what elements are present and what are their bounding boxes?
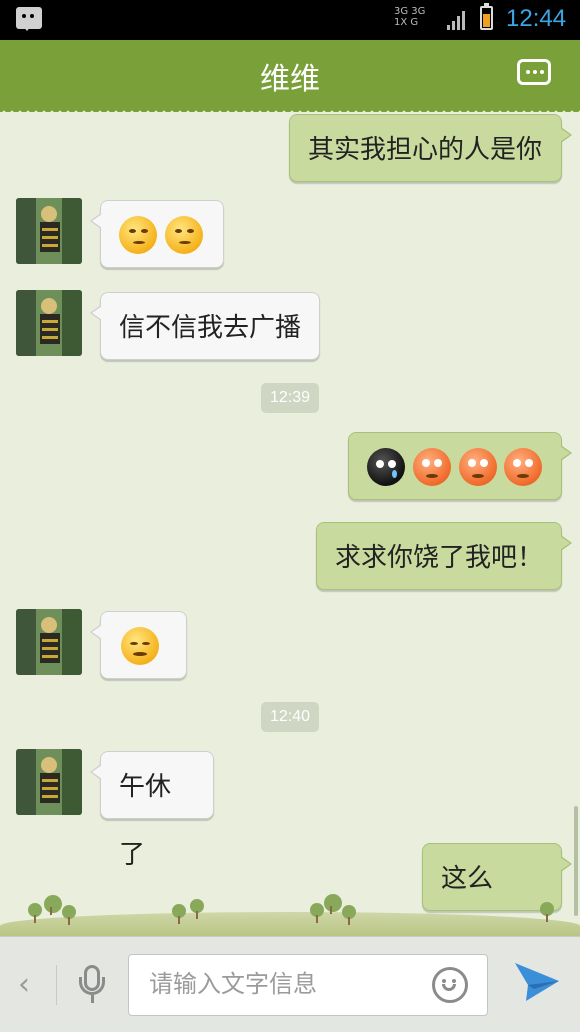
message-bubble-received[interactable]: [90, 611, 187, 679]
contact-avatar[interactable]: [16, 749, 82, 815]
avatar-photo: [16, 290, 82, 356]
time-divider: 12:39: [261, 383, 320, 413]
sad-red-emoji-icon: [459, 448, 497, 486]
tree-decoration: [172, 904, 186, 924]
avatar-photo: [16, 609, 82, 675]
microphone-icon[interactable]: [76, 963, 110, 1007]
signal-icon: [447, 10, 469, 30]
tree-decoration: [310, 903, 324, 923]
contact-avatar[interactable]: [16, 609, 82, 675]
smiley-icon[interactable]: [432, 967, 468, 1003]
more-dots-icon[interactable]: [517, 59, 551, 85]
scenery-decoration: [0, 912, 580, 936]
tree-decoration: [190, 899, 204, 919]
sad-red-emoji-icon: [504, 448, 542, 486]
tree-decoration: [62, 905, 76, 925]
chat-history[interactable]: 其实我担心的人是你 信不信我去广播 12:39 求求你饶了我吧！ 12:40 午…: [0, 106, 580, 936]
message-bubble-sent[interactable]: [348, 432, 572, 500]
smirk-emoji-icon: [119, 216, 157, 254]
message-bubble-received[interactable]: [90, 200, 224, 268]
message-bubble-sent[interactable]: 这么早？: [422, 843, 572, 936]
tree-decoration: [540, 902, 554, 922]
crying-black-emoji-icon: [367, 448, 405, 486]
content-smile-emoji-icon: [121, 627, 159, 665]
status-bar: 3G 3G 1X G 12:44: [0, 0, 580, 40]
smirk-emoji-icon: [165, 216, 203, 254]
chat-header: 维维: [0, 40, 580, 112]
tree-decoration: [324, 894, 342, 914]
avatar-photo: [16, 749, 82, 815]
tree-decoration: [28, 903, 42, 923]
battery-icon: [480, 3, 493, 30]
sad-red-emoji-icon: [413, 448, 451, 486]
chat-title: 维维: [260, 63, 320, 96]
time-divider: 12:40: [261, 702, 320, 732]
chat-scrollbar[interactable]: [574, 806, 578, 916]
message-bubble-received[interactable]: 午休了: [90, 751, 214, 869]
divider: [56, 965, 57, 1005]
chevron-left-icon[interactable]: ‹: [18, 967, 44, 1003]
input-bar: ‹ 请输入文字信息: [0, 936, 580, 1032]
contact-avatar[interactable]: [16, 198, 82, 264]
avatar-photo: [16, 198, 82, 264]
tree-decoration: [44, 895, 62, 915]
network-indicator: 3G 3G 1X G: [394, 6, 426, 28]
status-time: 12:44: [506, 5, 567, 32]
message-bubble-received[interactable]: 信不信我去广播: [90, 292, 320, 360]
contact-avatar[interactable]: [16, 290, 82, 356]
message-app-icon: [16, 7, 42, 31]
send-arrow-icon[interactable]: [512, 959, 562, 1005]
message-bubble-sent[interactable]: 其实我担心的人是你: [289, 114, 572, 182]
tree-decoration: [342, 905, 356, 925]
message-bubble-sent[interactable]: 求求你饶了我吧！: [316, 522, 572, 590]
